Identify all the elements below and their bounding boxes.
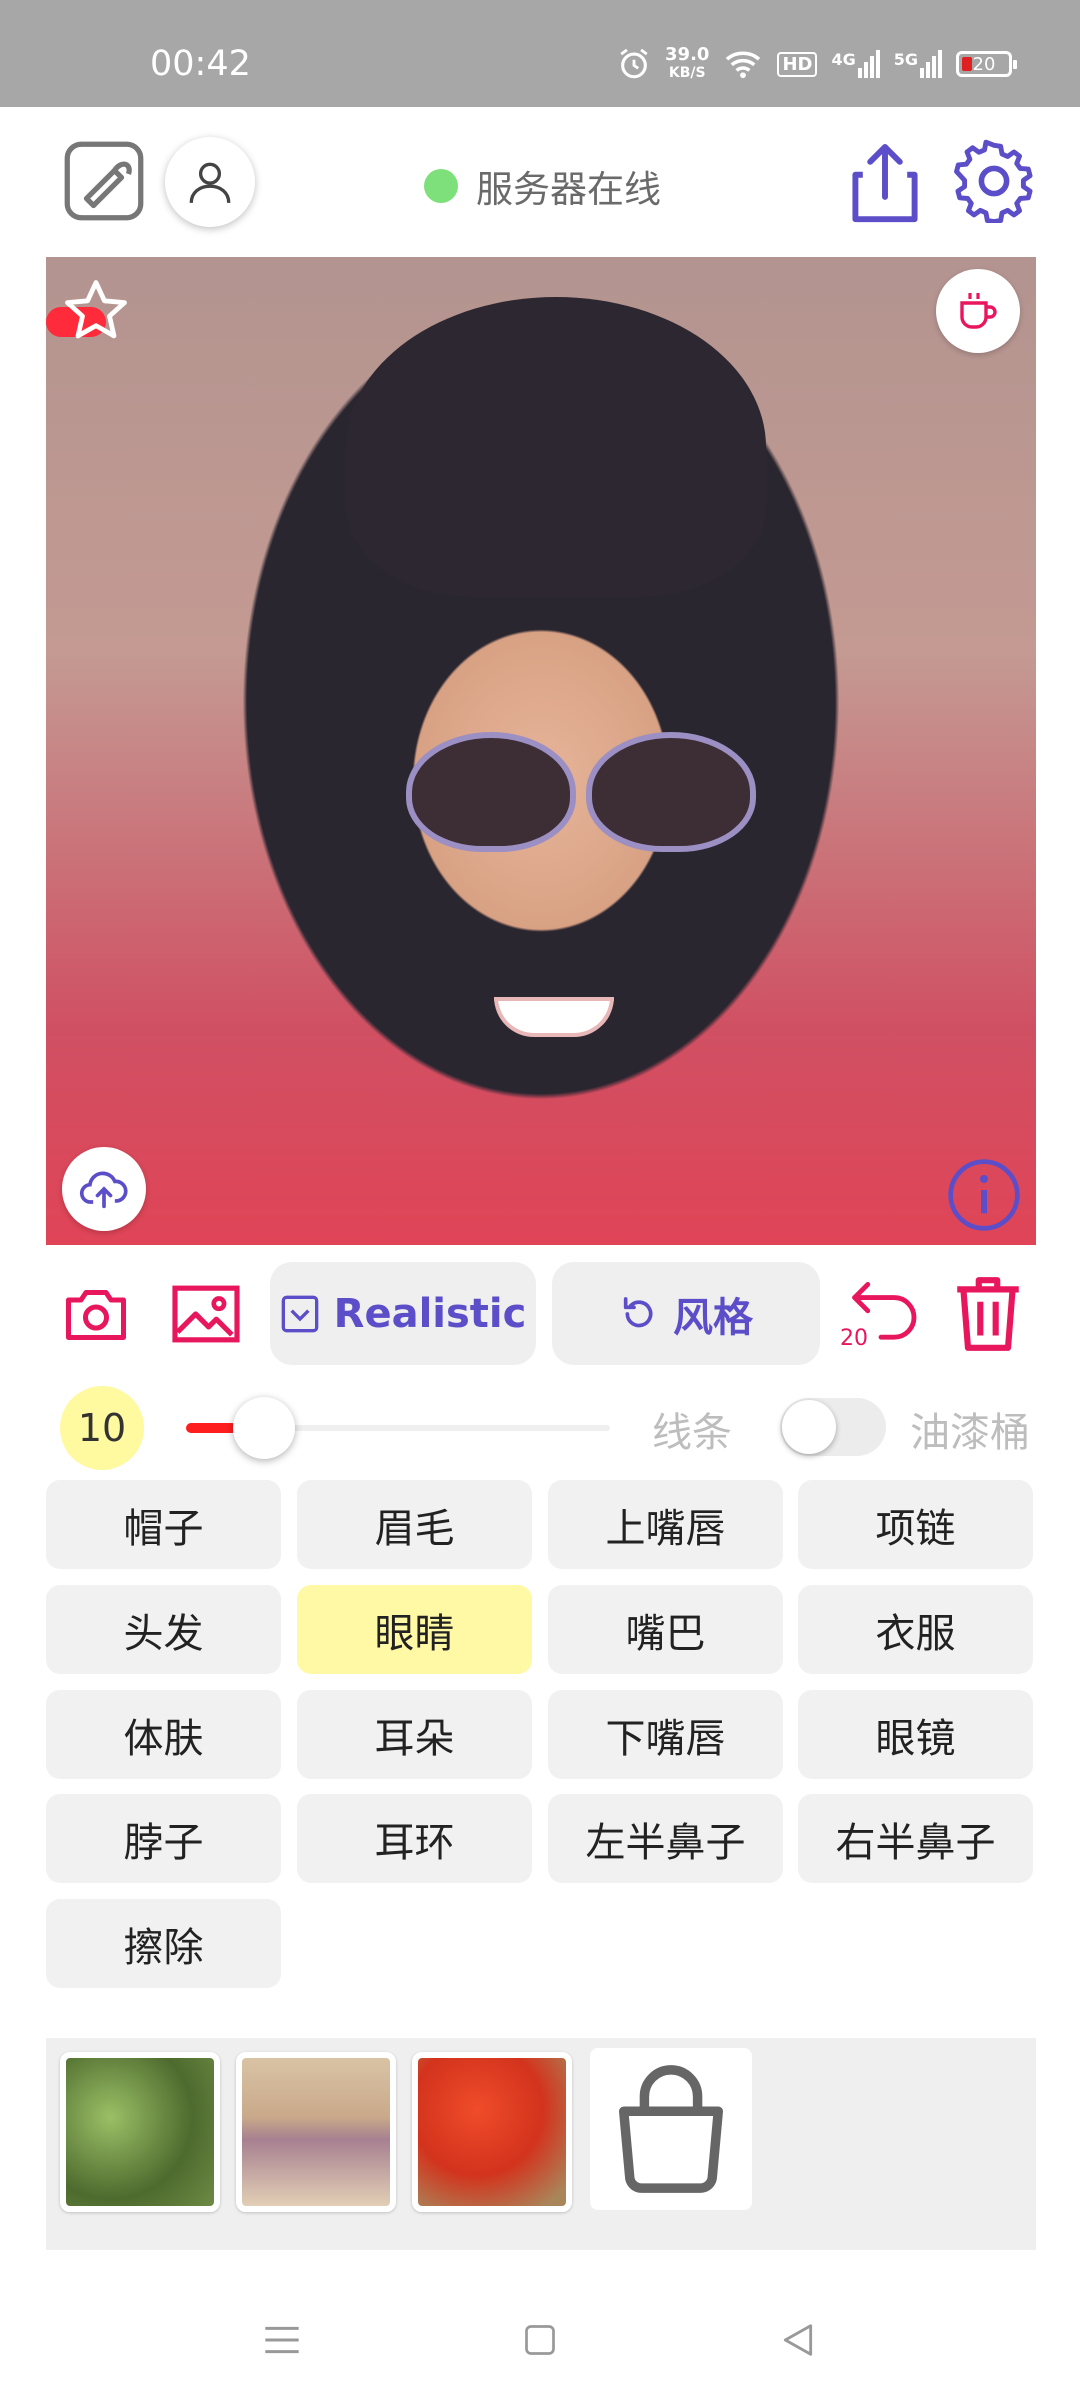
battery-level: 20 [972, 53, 996, 75]
tool-row: Realistic 风格 20 [0, 1262, 1080, 1367]
signal-4g-label: 4G [831, 50, 856, 69]
undo-count: 20 [840, 1326, 868, 1351]
star-icon [65, 280, 127, 339]
hd-icon: HD [777, 51, 818, 77]
part-button[interactable]: 左半鼻子 [548, 1794, 783, 1883]
hair-bangs [346, 297, 766, 597]
part-button[interactable]: 眉毛 [297, 1480, 532, 1569]
part-button[interactable]: 耳朵 [297, 1690, 532, 1779]
part-button[interactable]: 眼镜 [798, 1690, 1033, 1779]
camera-button[interactable] [58, 1280, 134, 1350]
network-speed: 39.0 KB/S [665, 46, 709, 82]
part-button[interactable]: 眼睛 [297, 1585, 532, 1674]
status-time: 00:42 [150, 44, 251, 84]
part-button[interactable]: 项链 [798, 1480, 1033, 1569]
wifi-icon [726, 51, 761, 79]
line-mode-label[interactable]: 线条 [652, 1400, 732, 1458]
shopping-bag-icon [619, 2065, 723, 2193]
signal-4g-icon: 4G [831, 50, 880, 78]
part-button[interactable]: 帽子 [46, 1480, 281, 1569]
mode-button[interactable]: Realistic [270, 1262, 536, 1365]
part-button[interactable]: 衣服 [798, 1585, 1033, 1674]
gear-icon [954, 139, 1033, 223]
brush-row: 10 线条 油漆桶 [0, 1380, 1080, 1470]
edit-icon [64, 141, 144, 221]
upload-cloud-icon [79, 1171, 128, 1209]
drawing-canvas[interactable] [46, 257, 1036, 1245]
favorite-button[interactable] [58, 273, 134, 349]
style-label: 风格 [673, 1294, 753, 1341]
settings-button[interactable] [952, 139, 1036, 223]
server-status-dot [424, 169, 458, 203]
nav-back-button[interactable] [758, 2310, 838, 2370]
brush-size-badge: 10 [60, 1386, 144, 1470]
camera-icon [66, 1290, 126, 1340]
refresh-icon [623, 1296, 653, 1327]
right-eye [586, 732, 756, 852]
style-thumbnail-3[interactable] [412, 2052, 572, 2212]
share-button[interactable] [848, 141, 922, 227]
style-thumbnail-1[interactable] [60, 2052, 220, 2212]
nav-menu-button[interactable] [242, 2310, 322, 2370]
nav-home-button[interactable] [500, 2310, 580, 2370]
share-icon [852, 144, 918, 223]
part-button[interactable]: 脖子 [46, 1794, 281, 1883]
part-button[interactable]: 耳环 [297, 1794, 532, 1883]
profile-button[interactable] [165, 137, 255, 227]
battery-icon: 20 [956, 51, 1017, 77]
mode-label: Realistic [333, 1290, 527, 1337]
gallery-button[interactable] [168, 1278, 244, 1350]
style-image-tray [46, 2038, 1036, 2250]
part-button[interactable]: 嘴巴 [548, 1585, 783, 1674]
paint-bucket-toggle[interactable] [780, 1398, 886, 1456]
style-button[interactable]: 风格 [552, 1262, 820, 1365]
brush-size-thumb[interactable] [233, 1397, 295, 1459]
brush-size-slider[interactable] [186, 1397, 610, 1459]
left-eye [406, 732, 576, 852]
image-icon [172, 1285, 240, 1343]
part-button[interactable]: 上嘴唇 [548, 1480, 783, 1569]
edit-button[interactable] [62, 139, 146, 223]
home-icon [525, 2325, 555, 2355]
donate-button[interactable] [936, 269, 1020, 353]
part-button[interactable]: 擦除 [46, 1899, 281, 1988]
info-icon [948, 1159, 1020, 1231]
undo-button[interactable]: 20 [836, 1268, 926, 1358]
store-button[interactable] [590, 2048, 752, 2210]
paint-bucket-label: 油漆桶 [910, 1410, 1030, 1456]
trash-icon [957, 1277, 1019, 1351]
delete-button[interactable] [946, 1272, 1030, 1356]
menu-icon [265, 2326, 299, 2354]
status-bar: 00:42 39.0 KB/S HD 4G 5G 20 [0, 0, 1080, 107]
network-speed-value: 39.0 [665, 44, 710, 65]
part-button[interactable]: 下嘴唇 [548, 1690, 783, 1779]
checkbox-icon [281, 1295, 318, 1332]
brush-size-fill [186, 1423, 237, 1433]
signal-5g-icon: 5G [894, 50, 942, 78]
top-bar: 服务器在线 [0, 107, 1080, 257]
server-status-label: 服务器在线 [476, 168, 661, 211]
upload-button[interactable] [62, 1147, 146, 1231]
user-icon [189, 162, 231, 203]
part-button[interactable]: 右半鼻子 [798, 1794, 1033, 1883]
part-button[interactable]: 头发 [46, 1585, 281, 1674]
server-status: 服务器在线 [424, 159, 661, 213]
signal-5g-label: 5G [893, 50, 918, 69]
style-thumbnail-2[interactable] [236, 2052, 396, 2212]
status-icons: 39.0 KB/S HD 4G 5G 20 [617, 46, 1017, 82]
back-icon [783, 2324, 813, 2356]
info-button[interactable] [942, 1153, 1026, 1237]
system-nav-bar [0, 2270, 1080, 2400]
paint-bucket-toggle-knob [782, 1400, 836, 1454]
coffee-icon [960, 293, 997, 329]
network-speed-unit: KB/S [668, 65, 706, 81]
alarm-icon [620, 48, 648, 79]
part-button[interactable]: 体肤 [46, 1690, 281, 1779]
